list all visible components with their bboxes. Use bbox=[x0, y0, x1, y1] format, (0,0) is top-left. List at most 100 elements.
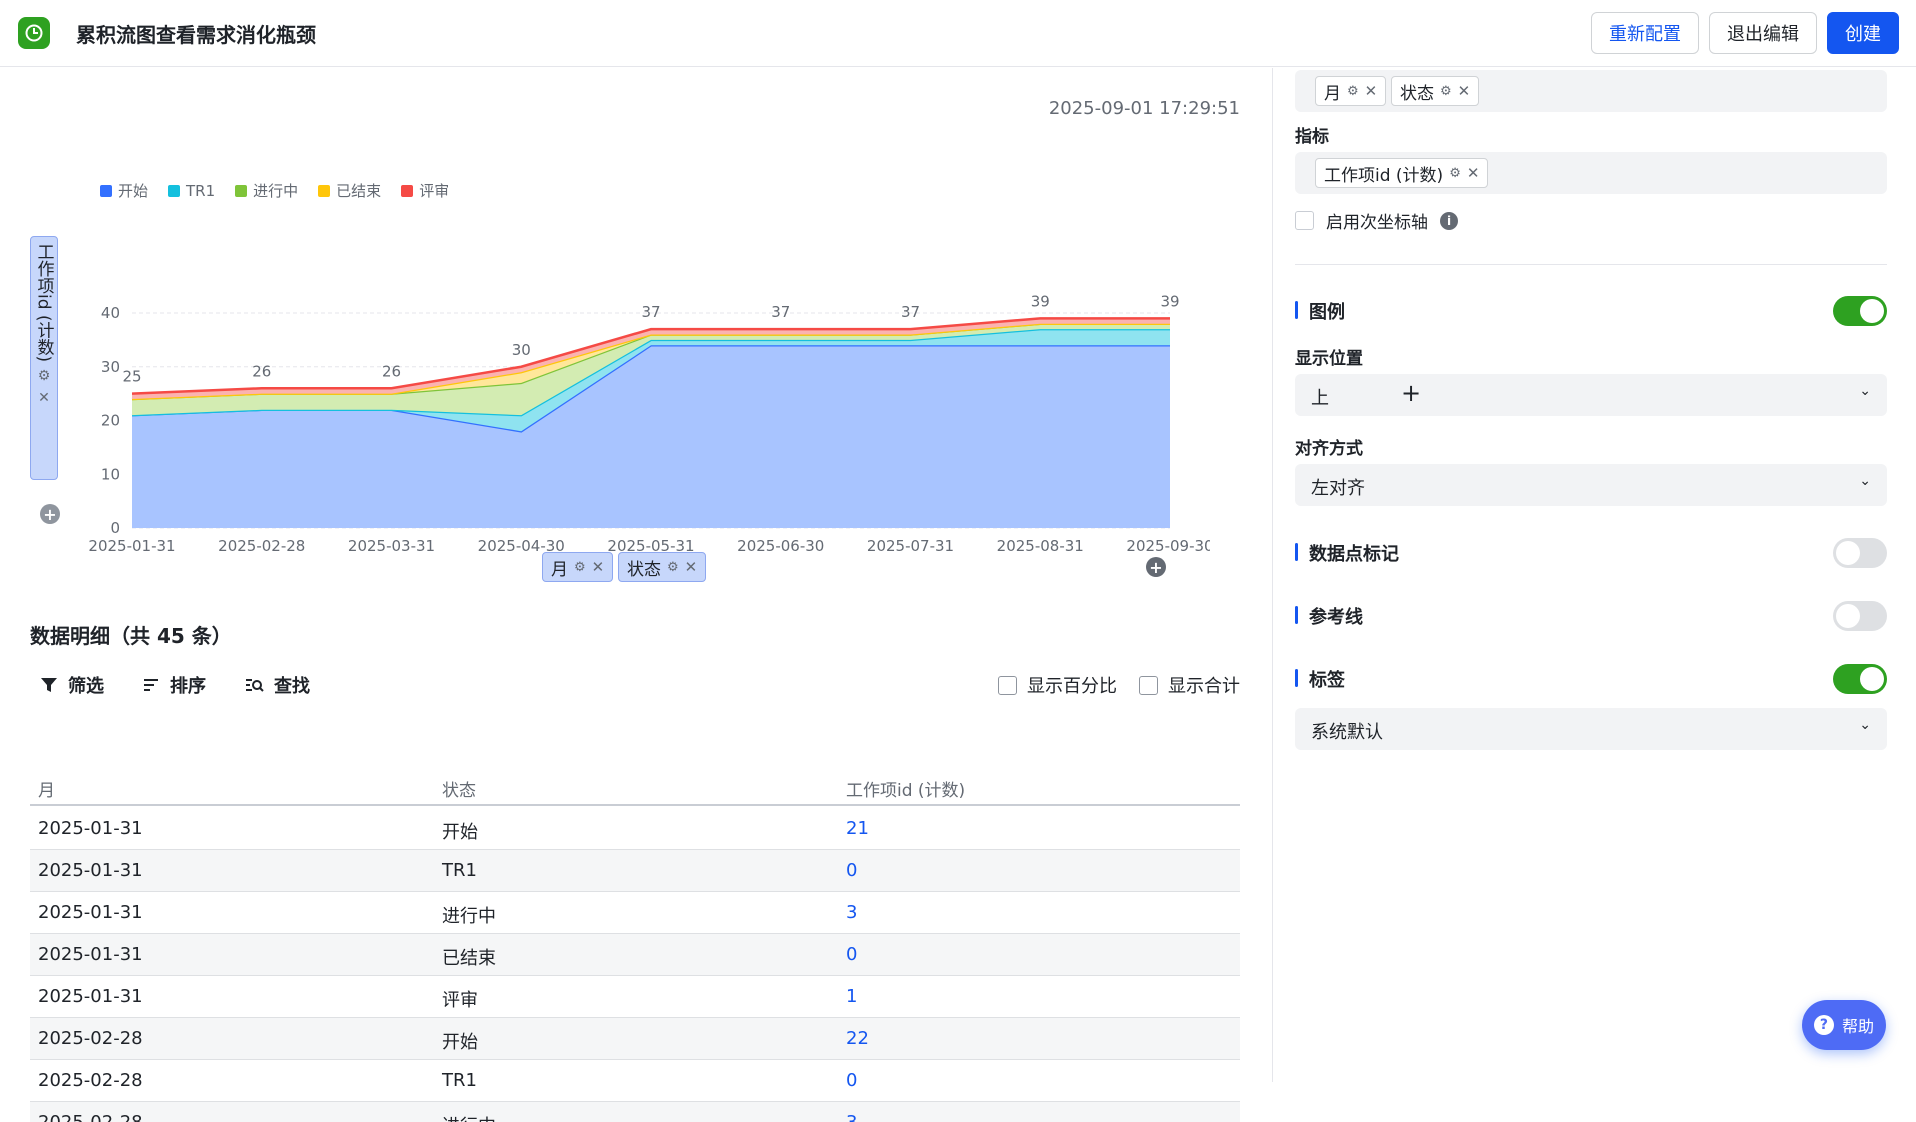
cell-count: 21 bbox=[846, 818, 869, 839]
display-position-select[interactable]: 上 + ⌄ bbox=[1295, 374, 1887, 416]
y-tick-label: 40 bbox=[101, 304, 120, 322]
app-logo-icon bbox=[18, 17, 50, 49]
show-percent-checkbox[interactable]: 显示百分比 bbox=[998, 672, 1117, 698]
checkbox-box[interactable] bbox=[1139, 675, 1158, 695]
data-label: 37 bbox=[641, 303, 660, 321]
create-button[interactable]: 创建 bbox=[1827, 12, 1899, 54]
alignment-value: 左对齐 bbox=[1311, 478, 1365, 499]
x-tick-label: 2025-03-31 bbox=[348, 537, 435, 555]
y-axis-field-tag[interactable]: 工作项id (计数) ⚙ ✕ bbox=[30, 236, 58, 480]
cell-count: 0 bbox=[846, 1070, 858, 1091]
add-y-field-icon[interactable]: + bbox=[40, 504, 60, 524]
labels-style-select[interactable]: 系统默认 ⌄ bbox=[1295, 708, 1887, 750]
dimension-chip-month[interactable]: 月 ⚙ ✕ bbox=[1315, 76, 1387, 106]
top-bar: 累积流图查看需求消化瓶颈 重新配置 退出编辑 创建 bbox=[0, 0, 1916, 67]
column-header-count[interactable]: 工作项id (计数) bbox=[846, 776, 965, 801]
metric-field-box[interactable]: 工作项id (计数) ⚙ ✕ bbox=[1295, 152, 1887, 194]
secondary-axis-checkbox[interactable] bbox=[1295, 211, 1314, 230]
cell-month: 2025-01-31 bbox=[38, 902, 143, 923]
toggle-knob bbox=[1860, 299, 1884, 323]
dimension-chip-status[interactable]: 状态 ⚙ ✕ bbox=[1391, 76, 1480, 106]
gear-icon[interactable]: ⚙ bbox=[574, 560, 586, 575]
chart-timestamp: 2025-09-01 17:29:51 bbox=[1048, 98, 1240, 119]
column-header-status[interactable]: 状态 bbox=[442, 776, 476, 801]
cell-month: 2025-01-31 bbox=[38, 986, 143, 1007]
help-button[interactable]: ? 帮助 bbox=[1802, 1000, 1886, 1050]
details-options: 显示百分比 显示合计 bbox=[998, 672, 1240, 698]
info-icon[interactable]: i bbox=[1440, 211, 1458, 230]
toggle-knob bbox=[1836, 541, 1860, 565]
labels-style-value: 系统默认 bbox=[1311, 722, 1383, 743]
display-position-label: 显示位置 bbox=[1295, 349, 1363, 369]
cell-count: 3 bbox=[846, 1112, 857, 1122]
find-button[interactable]: 查找 bbox=[244, 672, 310, 698]
gear-icon[interactable]: ⚙ bbox=[1440, 84, 1452, 99]
sort-button[interactable]: 排序 bbox=[142, 672, 206, 698]
area-开始 bbox=[132, 345, 1170, 528]
cell-status: 开始 bbox=[442, 822, 478, 843]
reference-line-toggle[interactable] bbox=[1833, 601, 1887, 631]
filter-button[interactable]: 筛选 bbox=[40, 672, 104, 698]
legend-toggle[interactable] bbox=[1833, 296, 1887, 326]
y-tick-label: 10 bbox=[101, 465, 120, 483]
divider bbox=[1295, 264, 1887, 265]
metric-chip[interactable]: 工作项id (计数) ⚙ ✕ bbox=[1315, 158, 1489, 188]
data-label: 37 bbox=[901, 303, 920, 321]
toggle-knob bbox=[1836, 604, 1860, 628]
alignment-select[interactable]: 左对齐 ⌄ bbox=[1295, 464, 1887, 506]
legend-swatch bbox=[100, 184, 112, 197]
show-total-checkbox[interactable]: 显示合计 bbox=[1139, 672, 1240, 698]
checkbox-box[interactable] bbox=[998, 675, 1017, 695]
page-title: 累积流图查看需求消化瓶颈 bbox=[76, 23, 316, 47]
cell-status: 进行中 bbox=[442, 906, 496, 927]
x-axis-tag-status[interactable]: 状态 ⚙ ✕ bbox=[618, 552, 707, 582]
settings-panel: 月 ⚙ ✕ 状态 ⚙ ✕ 指标 工作项id (计数) ⚙ ✕ 启用次坐标轴 i … bbox=[1272, 68, 1916, 1082]
legend-swatch bbox=[318, 184, 331, 197]
y-axis-field-label: 工作项id (计数) bbox=[33, 243, 54, 363]
table-row: 2025-01-31 进行中 3 bbox=[30, 892, 1240, 934]
table-row: 2025-01-31 TR1 0 bbox=[30, 850, 1240, 892]
close-icon[interactable]: ✕ bbox=[592, 558, 605, 576]
metric-label: 指标 bbox=[1295, 127, 1329, 147]
add-x-field-icon[interactable]: + bbox=[1146, 557, 1166, 577]
close-icon[interactable]: ✕ bbox=[1365, 82, 1378, 100]
exit-edit-button[interactable]: 退出编辑 bbox=[1709, 12, 1817, 54]
filter-icon bbox=[41, 678, 57, 692]
x-axis-tag-month[interactable]: 月 ⚙ ✕ bbox=[542, 552, 614, 582]
column-header-month[interactable]: 月 bbox=[38, 776, 55, 801]
gear-icon[interactable]: ⚙ bbox=[1449, 166, 1461, 181]
y-axis-settings-icon[interactable]: ⚙ bbox=[38, 368, 51, 384]
details-title: 数据明细（共 45 条） bbox=[30, 624, 232, 648]
find-label: 查找 bbox=[274, 676, 310, 697]
filter-label: 筛选 bbox=[68, 676, 104, 697]
cell-month: 2025-02-28 bbox=[38, 1070, 143, 1091]
close-icon[interactable]: ✕ bbox=[1458, 82, 1471, 100]
data-markers-toggle[interactable] bbox=[1833, 538, 1887, 568]
reconfigure-button[interactable]: 重新配置 bbox=[1591, 12, 1699, 54]
chevron-down-icon: ⌄ bbox=[1859, 383, 1871, 399]
cumulative-flow-chart: 0 10 20 30 40 25 26 26 30 37 37 37 39 39 2025-01-31 202… bbox=[88, 292, 1210, 555]
close-icon[interactable]: ✕ bbox=[1467, 164, 1480, 182]
find-icon bbox=[246, 679, 264, 692]
secondary-axis-option[interactable]: 启用次坐标轴 i bbox=[1295, 208, 1458, 233]
labels-toggle[interactable] bbox=[1833, 664, 1887, 694]
alignment-label: 对齐方式 bbox=[1295, 439, 1363, 459]
legend-swatch bbox=[168, 184, 181, 197]
table-row: 2025-01-31 开始 21 bbox=[30, 808, 1240, 850]
cell-status: TR1 bbox=[442, 860, 477, 881]
data-label: 25 bbox=[122, 368, 141, 386]
gear-icon[interactable]: ⚙ bbox=[667, 560, 679, 575]
close-icon[interactable]: ✕ bbox=[685, 558, 698, 576]
chevron-down-icon: ⌄ bbox=[1859, 717, 1871, 733]
help-label: 帮助 bbox=[1841, 1017, 1874, 1036]
dimension-field-box[interactable]: 月 ⚙ ✕ 状态 ⚙ ✕ bbox=[1295, 70, 1887, 112]
gear-icon[interactable]: ⚙ bbox=[1347, 84, 1359, 99]
cell-count: 1 bbox=[846, 986, 858, 1007]
y-axis-remove-icon[interactable]: ✕ bbox=[38, 390, 50, 406]
x-axis-tag-label: 月 bbox=[551, 559, 568, 580]
cell-month: 2025-02-28 bbox=[38, 1028, 143, 1049]
cell-status: 进行中 bbox=[442, 1112, 496, 1122]
chip-label: 状态 bbox=[1400, 83, 1434, 104]
x-tick-label: 2025-07-31 bbox=[867, 537, 954, 555]
table-header: 月 状态 工作项id (计数) bbox=[30, 772, 1240, 806]
